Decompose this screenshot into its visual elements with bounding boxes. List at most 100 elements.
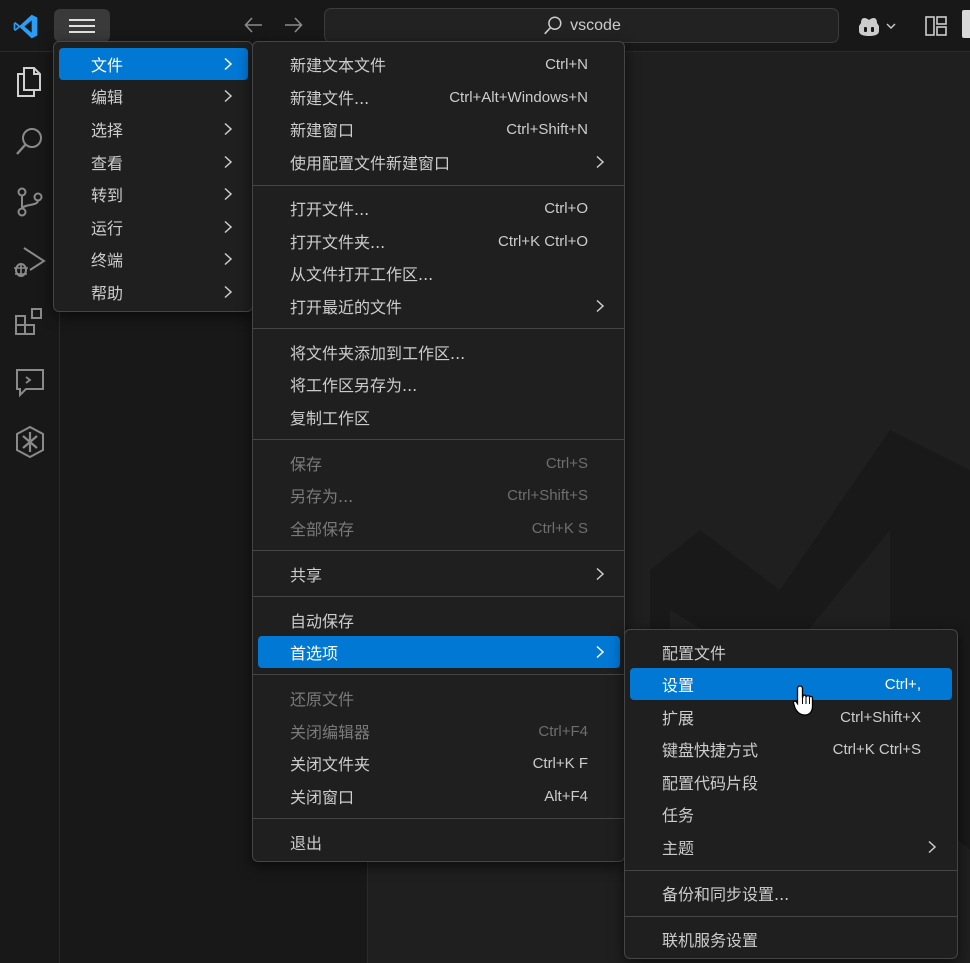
- file-menu-item[interactable]: 共享: [258, 558, 620, 590]
- chevron-right-icon: [928, 840, 937, 854]
- menu-item[interactable]: 运行: [59, 211, 248, 243]
- file-menu-item[interactable]: 打开最近的文件: [258, 290, 620, 322]
- preferences-menu-item[interactable]: 键盘快捷方式 Ctrl+K Ctrl+S: [630, 733, 952, 765]
- menu-item-label: 关闭窗口: [290, 788, 355, 807]
- menu-item-label: 打开最近的文件: [290, 298, 403, 317]
- file-menu-item[interactable]: 复制工作区: [258, 401, 620, 433]
- preferences-menu-item[interactable]: 联机服务设置: [630, 923, 952, 955]
- ai-toolkit-icon[interactable]: [12, 424, 48, 460]
- menu-item[interactable]: 转到: [59, 178, 248, 210]
- chevron-right-icon: [596, 299, 605, 313]
- remote-explorer-icon[interactable]: [12, 364, 48, 400]
- preferences-menu-item[interactable]: 配置文件: [630, 636, 952, 668]
- chevron-right-icon: [596, 155, 605, 169]
- menu-item-label: 编辑: [91, 88, 124, 107]
- shortcut-label: Ctrl+K S: [531, 519, 588, 537]
- layout-icon[interactable]: [924, 14, 948, 38]
- file-menu-item[interactable]: 从文件打开工作区...: [258, 257, 620, 289]
- file-menu-item[interactable]: 首选项: [258, 636, 620, 668]
- file-menu-item[interactable]: 保存 Ctrl+S: [258, 447, 620, 479]
- shortcut-label: Alt+F4: [544, 787, 588, 805]
- menu-item[interactable]: 查看: [59, 146, 248, 178]
- menu-item-label: 配置文件: [662, 644, 727, 663]
- shortcut-label: Ctrl+Alt+Windows+N: [449, 88, 588, 106]
- menu-item-label: 从文件打开工作区...: [290, 265, 434, 284]
- menu-item-label: 使用配置文件新建窗口: [290, 154, 451, 173]
- chevron-right-icon: [224, 187, 233, 201]
- file-menu-item[interactable]: 将文件夹添加到工作区...: [258, 336, 620, 368]
- file-menu-item[interactable]: 新建窗口 Ctrl+Shift+N: [258, 113, 620, 145]
- preferences-menu-item[interactable]: 配置代码片段: [630, 766, 952, 798]
- menu-item-label: 配置代码片段: [662, 774, 759, 793]
- extensions-icon[interactable]: [12, 304, 48, 340]
- menu-item-label: 全部保存: [290, 520, 355, 539]
- shortcut-label: Ctrl+S: [545, 454, 588, 472]
- menu-item-label: 关闭编辑器: [290, 723, 371, 742]
- file-menu-item[interactable]: 退出: [258, 826, 620, 858]
- menu-item-label: 将工作区另存为...: [290, 376, 418, 395]
- search-icon[interactable]: [12, 124, 48, 160]
- file-menu-item[interactable]: 关闭编辑器 Ctrl+F4: [258, 715, 620, 747]
- menu-separator: [625, 916, 957, 917]
- menu-item-label: 运行: [91, 219, 124, 238]
- file-menu-item[interactable]: 还原文件: [258, 682, 620, 714]
- chevron-right-icon: [224, 155, 233, 169]
- shortcut-label: Ctrl+O: [544, 199, 588, 217]
- file-menu-item[interactable]: 打开文件夹... Ctrl+K Ctrl+O: [258, 225, 620, 257]
- file-menu-item[interactable]: 另存为... Ctrl+Shift+S: [258, 479, 620, 511]
- arrow-right-icon[interactable]: [281, 13, 305, 37]
- menu-item-label: 文件: [91, 56, 124, 75]
- chevron-right-icon: [596, 645, 605, 659]
- menu-item[interactable]: 文件: [59, 48, 248, 80]
- menu-separator: [625, 870, 957, 871]
- file-menu-item[interactable]: 自动保存: [258, 604, 620, 636]
- menu-button[interactable]: [54, 9, 110, 42]
- command-center-search[interactable]: vscode: [324, 8, 839, 43]
- chevron-right-icon: [224, 220, 233, 234]
- menu-item[interactable]: 编辑: [59, 80, 248, 112]
- chevron-right-icon: [224, 122, 233, 136]
- menu-item[interactable]: 帮助: [59, 276, 248, 308]
- preferences-menu-item[interactable]: 任务: [630, 798, 952, 830]
- menu-item[interactable]: 终端: [59, 243, 248, 275]
- file-menu-item[interactable]: 打开文件... Ctrl+O: [258, 192, 620, 224]
- menu-item-label: 首选项: [290, 644, 339, 663]
- source-control-icon[interactable]: [12, 184, 48, 220]
- menu-item[interactable]: 选择: [59, 113, 248, 145]
- shortcut-label: Ctrl+F4: [538, 722, 588, 740]
- shortcut-label: Ctrl+K Ctrl+S: [832, 740, 921, 758]
- menu-item-label: 扩展: [662, 709, 695, 728]
- file-menu-item[interactable]: 关闭窗口 Alt+F4: [258, 780, 620, 812]
- chevron-right-icon: [224, 89, 233, 103]
- menu-item-label: 还原文件: [290, 690, 355, 709]
- window-control-edge: [962, 10, 970, 38]
- run-debug-icon[interactable]: [12, 244, 48, 280]
- menu-item-label: 保存: [290, 455, 323, 474]
- menu-item-label: 查看: [91, 154, 124, 173]
- chevron-right-icon: [224, 285, 233, 299]
- file-menu-item[interactable]: 关闭文件夹 Ctrl+K F: [258, 747, 620, 779]
- menu-separator: [253, 674, 624, 675]
- file-menu-item[interactable]: 全部保存 Ctrl+K S: [258, 512, 620, 544]
- preferences-menu-item[interactable]: 主题: [630, 831, 952, 863]
- menu-item-label: 打开文件...: [290, 200, 370, 219]
- menu-item-label: 新建文件...: [290, 89, 370, 108]
- chevron-down-icon: [886, 23, 896, 29]
- menu-item-label: 任务: [662, 806, 695, 825]
- search-icon: [544, 16, 562, 34]
- file-menu-item[interactable]: 新建文件... Ctrl+Alt+Windows+N: [258, 81, 620, 113]
- preferences-menu-item[interactable]: 扩展 Ctrl+Shift+X: [630, 701, 952, 733]
- menu-item-label: 另存为...: [290, 487, 354, 506]
- arrow-left-icon[interactable]: [242, 13, 266, 37]
- preferences-menu-item[interactable]: 设置 Ctrl+,: [630, 668, 952, 700]
- file-menu-item[interactable]: 使用配置文件新建窗口: [258, 146, 620, 178]
- file-menu-item[interactable]: 新建文本文件 Ctrl+N: [258, 48, 620, 80]
- preferences-menu-item[interactable]: 备份和同步设置...: [630, 877, 952, 909]
- copilot-button[interactable]: [856, 13, 900, 39]
- explorer-icon[interactable]: [12, 64, 48, 100]
- menu-item-label: 打开文件夹...: [290, 233, 386, 252]
- shortcut-label: Ctrl+,: [884, 675, 921, 693]
- menu-item-label: 新建窗口: [290, 121, 355, 140]
- file-menu-item[interactable]: 将工作区另存为...: [258, 368, 620, 400]
- shortcut-label: Ctrl+Shift+S: [507, 486, 588, 504]
